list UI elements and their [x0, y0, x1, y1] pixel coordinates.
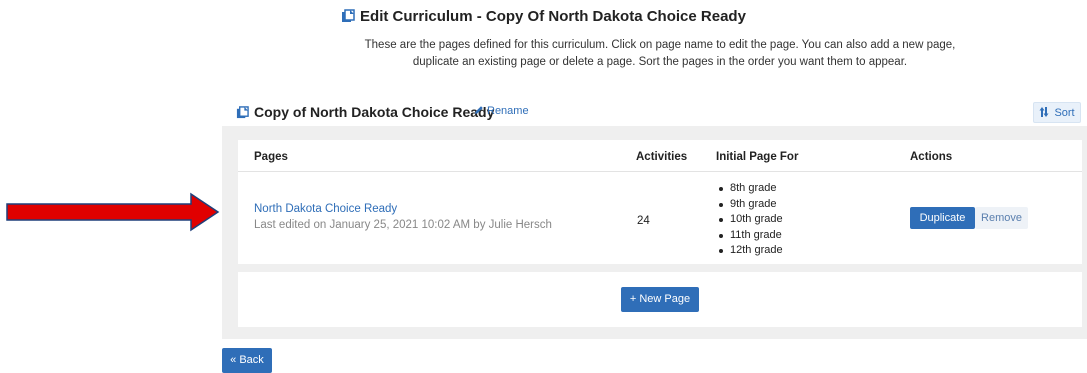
intro-text: These are the pages defined for this cur… — [340, 37, 980, 71]
copy-icon — [341, 9, 355, 27]
curriculum-panel: Copy of North Dakota Choice Ready Rename… — [222, 96, 1087, 339]
sort-button[interactable]: Sort — [1033, 102, 1081, 123]
page-name-link[interactable]: North Dakota Choice Ready — [254, 203, 397, 215]
grade-item: 11th grade — [717, 228, 783, 244]
copy-icon — [236, 106, 249, 122]
column-header-actions: Actions — [910, 151, 953, 163]
grade-item: 12th grade — [717, 243, 783, 259]
panel-title-text: Copy of North Dakota Choice Ready — [254, 104, 495, 120]
page-title: Edit Curriculum - Copy Of North Dakota C… — [0, 8, 1087, 27]
red-arrow-annotation — [6, 192, 220, 232]
remove-button[interactable]: Remove — [975, 207, 1028, 229]
duplicate-button[interactable]: Duplicate — [910, 207, 975, 229]
back-button[interactable]: « Back — [222, 348, 272, 373]
panel-header: Copy of North Dakota Choice Ready Rename… — [222, 96, 1087, 126]
column-header-initial-page-for: Initial Page For — [716, 151, 799, 163]
column-header-activities: Activities — [636, 151, 688, 163]
sort-label: Sort — [1054, 107, 1075, 119]
grade-item: 10th grade — [717, 212, 783, 228]
pencil-icon — [474, 105, 484, 118]
activities-count: 24 — [637, 215, 650, 227]
page-title-text: Edit Curriculum - Copy Of North Dakota C… — [360, 8, 746, 25]
grade-item: 9th grade — [717, 197, 783, 213]
panel-title: Copy of North Dakota Choice Ready — [236, 104, 494, 122]
rename-link[interactable]: Rename — [474, 105, 529, 118]
pages-table: Pages Activities Initial Page For Action… — [238, 140, 1082, 264]
last-edited-text: Last edited on January 25, 2021 10:02 AM… — [254, 219, 552, 231]
column-header-pages: Pages — [254, 151, 288, 163]
rename-label: Rename — [487, 105, 529, 117]
intro-line-2: duplicate an existing page or delete a p… — [412, 56, 908, 68]
new-page-section: + New Page — [238, 272, 1082, 327]
sort-icon — [1039, 107, 1054, 119]
new-page-button[interactable]: + New Page — [621, 287, 699, 312]
grade-item: 8th grade — [717, 181, 783, 197]
header-divider — [238, 171, 1082, 172]
intro-line-1: These are the pages defined for this cur… — [364, 39, 956, 51]
initial-page-for-list: 8th grade 9th grade 10th grade 11th grad… — [717, 181, 783, 259]
